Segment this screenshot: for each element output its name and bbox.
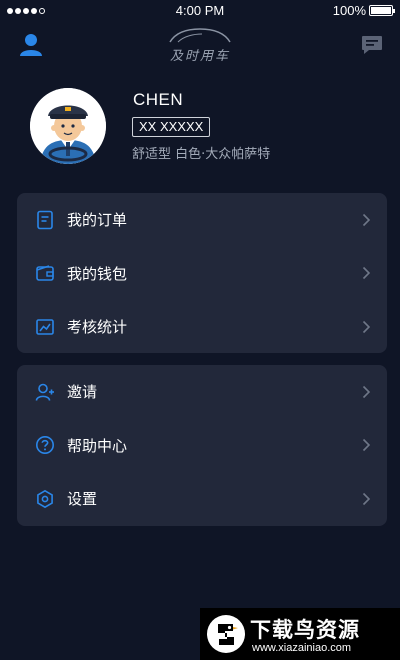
order-document-icon xyxy=(37,210,53,230)
menu-item-invite[interactable]: 邀请 xyxy=(17,365,387,419)
menu-item-label: 帮助中心 xyxy=(67,436,128,455)
driver-name: CHEN xyxy=(133,90,184,109)
chevron-right-icon xyxy=(362,213,371,226)
chevron-right-icon xyxy=(362,267,371,280)
menu-item-label: 我的订单 xyxy=(67,211,128,230)
watermark-title: 下载鸟资源 xyxy=(250,618,360,642)
statistics-chart-icon xyxy=(36,318,54,335)
driver-avatar-icon xyxy=(30,88,106,164)
battery-percent: 100% xyxy=(332,3,366,18)
car-logo-icon xyxy=(169,28,231,43)
site-watermark: 下载鸟资源 www.xiazainiao.com xyxy=(200,608,400,660)
menu-item-my-orders[interactable]: 我的订单 xyxy=(17,193,387,247)
watermark-url: www.xiazainiao.com xyxy=(252,642,352,654)
car-info: 舒适型 白色·大众帕萨特 xyxy=(132,147,271,162)
battery-icon xyxy=(369,5,395,16)
license-plate: XX XXXXX xyxy=(132,117,211,137)
chevron-right-icon xyxy=(362,385,371,398)
chevron-right-icon xyxy=(362,320,371,333)
menu-card-secondary: 邀请 帮助中心 设置 xyxy=(17,365,387,526)
menu-item-label: 考核统计 xyxy=(67,318,128,337)
invite-user-icon xyxy=(35,383,54,401)
menu-item-help-center[interactable]: 帮助中心 xyxy=(17,419,387,473)
top-bar: 及时用车 xyxy=(0,24,400,68)
app-logo: 及时用车 xyxy=(150,26,250,66)
menu-card-primary: 我的订单 我的钱包 考核统计 xyxy=(17,193,387,353)
chevron-right-icon xyxy=(362,492,371,505)
chevron-right-icon xyxy=(362,439,371,452)
status-bar: 4:00 PM 100% xyxy=(0,0,400,22)
app-name: 及时用车 xyxy=(169,49,230,64)
settings-icon xyxy=(37,489,53,508)
help-icon xyxy=(36,436,54,455)
bird-logo-icon xyxy=(207,615,245,653)
menu-item-label: 我的钱包 xyxy=(67,264,128,283)
message-icon[interactable] xyxy=(360,33,384,57)
menu-item-my-wallet[interactable]: 我的钱包 xyxy=(17,247,387,301)
user-profile-icon[interactable] xyxy=(18,32,44,58)
menu-item-label: 邀请 xyxy=(67,383,98,402)
wallet-icon xyxy=(36,265,54,282)
driver-avatar[interactable] xyxy=(30,88,106,164)
menu-item-statistics[interactable]: 考核统计 xyxy=(17,300,387,354)
menu-item-label: 设置 xyxy=(67,490,98,509)
menu-item-settings[interactable]: 设置 xyxy=(17,472,387,526)
